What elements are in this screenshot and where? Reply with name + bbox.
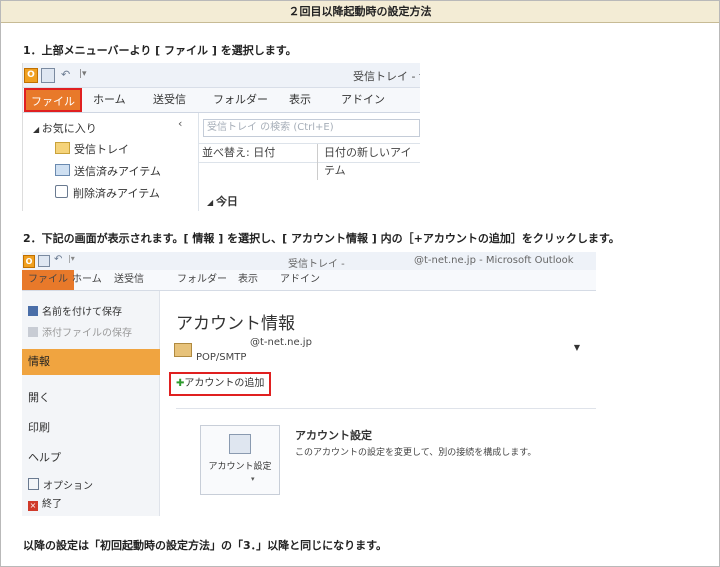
account-info-title: アカウント情報 — [176, 314, 295, 334]
undo-icon[interactable]: ↶ — [61, 68, 70, 81]
page-header: ２回目以降起動時の設定方法 — [1, 1, 719, 23]
step2-instruction: 2．下記の画面が表示されます。[ 情報 ] を選択し、[ アカウント情報 ] 内… — [23, 232, 620, 245]
dropdown-arrow-icon[interactable]: ▼ — [574, 343, 580, 352]
favorites-header[interactable]: ◢ お気に入り — [33, 120, 97, 136]
step1-instruction: 1．上部メニューバーより [ ファイル ] を選択します。 — [23, 44, 297, 57]
tab-home[interactable]: ホーム — [93, 88, 126, 112]
account-settings-button[interactable]: アカウント設定 ▾ — [200, 425, 280, 495]
account-type: POP/SMTP — [196, 352, 247, 363]
divider — [176, 408, 596, 409]
outlook-logo-icon: O — [23, 255, 35, 268]
options-item[interactable]: オプション — [22, 477, 165, 492]
save-attachments-item[interactable]: 添付ファイルの保存 — [22, 324, 165, 339]
save-as-item[interactable]: 名前を付けて保存 — [22, 303, 165, 318]
close-icon: × — [28, 501, 38, 511]
window-title-account: @t-net.ne.jp - Microsoft Outlook — [414, 255, 574, 266]
tab-folder[interactable]: フォルダー — [213, 88, 268, 112]
window-title: 受信トレイ - t — [353, 70, 420, 83]
step1-screenshot: O ↶ |▾ 受信トレイ - t ファイル ホーム 送受信 フォルダー 表示 ア… — [22, 63, 420, 211]
group-today[interactable]: ◢ 今日 — [207, 193, 238, 209]
tab-view[interactable]: 表示 — [289, 88, 311, 112]
collapse-triangle-icon: ◢ — [207, 198, 216, 207]
ribbon-tabs: ファイル ホーム 送受信 フォルダー 表示 アドイン — [23, 88, 420, 113]
send-receive-icon[interactable] — [38, 255, 50, 267]
account-selector[interactable]: @t-net.ne.jp POP/SMTP ▼ — [170, 335, 580, 365]
message-list: 受信トレイ の検索 (Ctrl+E) 並べ替え: 日付 日付の新しいアイテム ◢… — [198, 113, 420, 211]
folder-sent[interactable]: 送信済みアイテム — [55, 163, 161, 179]
quick-access-toolbar: O ↶ |▾ 受信トレイ - @t-net.ne.jp - Microsoft … — [22, 252, 596, 270]
customize-toolbar-icon[interactable]: |▾ — [79, 68, 87, 81]
folder-inbox[interactable]: 受信トレイ — [55, 141, 129, 157]
trash-icon — [55, 185, 68, 198]
account-settings-icon — [229, 434, 251, 454]
open-item[interactable]: 開く — [22, 389, 165, 405]
tab-view[interactable]: 表示 — [238, 270, 258, 290]
tab-send-receive[interactable]: 送受信 — [153, 88, 186, 112]
folder-icon — [55, 142, 70, 154]
print-item[interactable]: 印刷 — [22, 419, 165, 435]
tab-file[interactable]: ファイル — [24, 88, 82, 112]
step2-screenshot: O ↶ |▾ 受信トレイ - @t-net.ne.jp - Microsoft … — [22, 252, 596, 516]
tab-file[interactable]: ファイル — [22, 270, 74, 290]
folder-deleted[interactable]: 削除済みアイテム — [55, 185, 160, 201]
ribbon-tabs: ファイル ホーム 送受信 フォルダー 表示 アドイン — [22, 270, 596, 291]
window-title: 受信トレイ - — [288, 259, 345, 270]
page: ２回目以降起動時の設定方法 1．上部メニューバーより [ ファイル ] を選択し… — [0, 0, 720, 567]
add-account-button[interactable]: ✚アカウントの追加 — [169, 372, 272, 396]
sort-by-date[interactable]: 並べ替え: 日付 — [199, 146, 275, 159]
sent-folder-icon — [55, 164, 70, 176]
exit-item[interactable]: × 終了 — [22, 495, 165, 511]
undo-icon[interactable]: ↶ — [54, 254, 62, 265]
tab-send-receive[interactable]: 送受信 — [114, 270, 144, 290]
tab-home[interactable]: ホーム — [72, 270, 102, 290]
backstage-menu: 名前を付けて保存 添付ファイルの保存 情報 開く 印刷 ヘルプ オプション × 終… — [22, 291, 165, 516]
sort-order[interactable]: 日付の新しいアイテム — [317, 144, 420, 180]
mail-account-icon — [174, 343, 192, 357]
send-receive-icon[interactable] — [41, 68, 55, 83]
dropdown-arrow-icon: ▾ — [251, 475, 255, 483]
outlook-logo-icon: O — [24, 68, 38, 83]
save-icon — [28, 306, 38, 316]
tab-addin[interactable]: アドイン — [280, 270, 320, 290]
collapse-pane-icon[interactable]: ‹ — [178, 117, 182, 130]
tab-addin[interactable]: アドイン — [341, 88, 385, 112]
account-info-panel: アカウント情報 @t-net.ne.jp POP/SMTP ▼ ✚アカウントの追… — [160, 291, 596, 516]
footer-note: 以降の設定は「初回起動時の設定方法」の「3．」以降と同じになります。 — [23, 539, 388, 552]
search-input[interactable]: 受信トレイ の検索 (Ctrl+E) — [203, 119, 420, 137]
account-email: @t-net.ne.jp — [250, 337, 312, 348]
options-icon — [28, 478, 39, 490]
navigation-pane: ◢ お気に入り ‹ 受信トレイ 送信済みアイテム 削除済みアイテム — [23, 113, 198, 211]
help-item[interactable]: ヘルプ — [22, 449, 165, 465]
account-settings-description: このアカウントの設定を変更して、別の接続を構成します。 — [295, 448, 537, 458]
account-settings-title: アカウント設定 — [295, 429, 372, 442]
customize-toolbar-icon[interactable]: |▾ — [68, 254, 75, 263]
account-settings-button-label: アカウント設定 — [208, 462, 272, 472]
quick-access-toolbar: O ↶ |▾ 受信トレイ - t — [23, 63, 420, 88]
sort-bar: 並べ替え: 日付 日付の新しいアイテム — [199, 143, 420, 180]
attachment-icon — [28, 327, 38, 337]
tab-folder[interactable]: フォルダー — [177, 270, 227, 290]
info-item[interactable]: 情報 — [22, 349, 165, 375]
collapse-triangle-icon: ◢ — [33, 125, 42, 134]
